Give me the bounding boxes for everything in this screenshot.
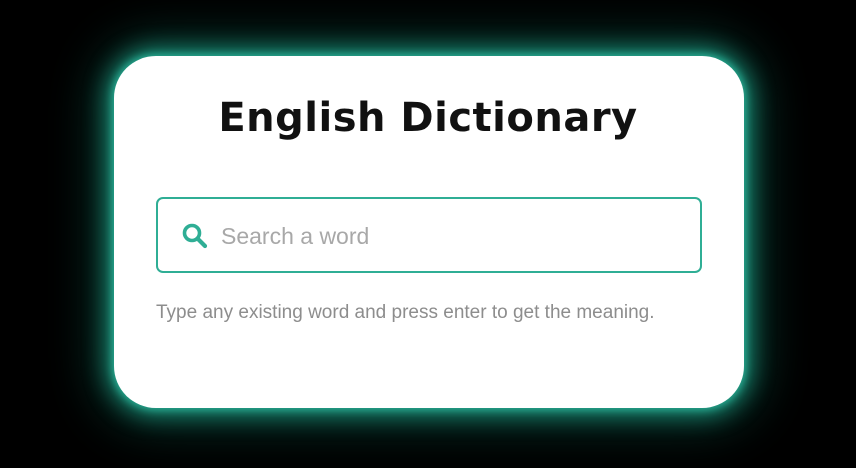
search-icon <box>181 222 209 250</box>
app-title: English Dictionary <box>218 95 638 141</box>
hint-text: Type any existing word and press enter t… <box>156 302 655 323</box>
search-input[interactable] <box>221 218 681 254</box>
